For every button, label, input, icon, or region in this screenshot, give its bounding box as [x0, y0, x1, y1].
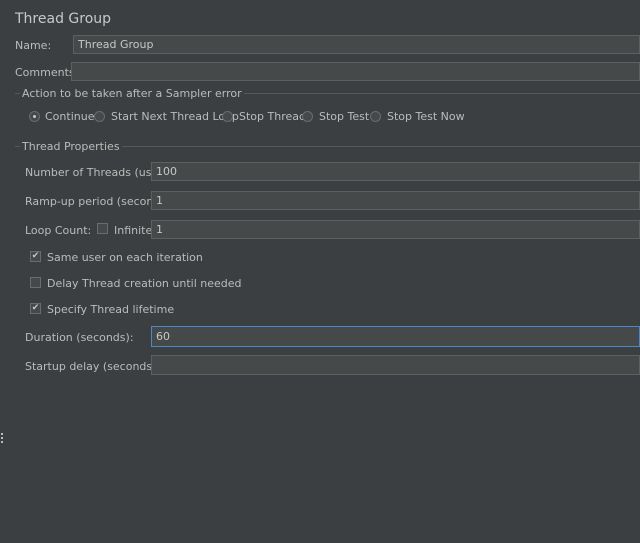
infinite-label[interactable]: Infinite	[114, 224, 152, 237]
name-label: Name:	[15, 39, 52, 52]
delay-thread-checkbox[interactable]	[30, 277, 41, 288]
num-threads-input[interactable]: 100	[151, 162, 640, 181]
radio-stop-thread[interactable]	[222, 111, 233, 122]
comments-input[interactable]	[71, 62, 640, 81]
same-user-label[interactable]: Same user on each iteration	[47, 251, 203, 264]
same-user-checkbox[interactable]: ✔	[30, 251, 41, 262]
radio-stop-thread-label[interactable]: Stop Thread	[239, 110, 306, 123]
radio-stop-test-now-label[interactable]: Stop Test Now	[387, 110, 465, 123]
radio-start-next-thread-loop-label[interactable]: Start Next Thread Loop	[111, 110, 239, 123]
thread-props-title: Thread Properties	[20, 140, 122, 153]
loop-count-input[interactable]: 1	[151, 220, 640, 239]
action-section-title: Action to be taken after a Sampler error	[20, 87, 244, 100]
radio-stop-test-now[interactable]	[370, 111, 381, 122]
radio-continue-label[interactable]: Continue	[45, 110, 94, 123]
radio-start-next-thread-loop[interactable]	[94, 111, 105, 122]
duration-label: Duration (seconds):	[25, 331, 134, 344]
name-input[interactable]: Thread Group	[73, 35, 640, 54]
startup-delay-input[interactable]	[151, 355, 640, 375]
loop-count-label: Loop Count:	[25, 224, 92, 237]
infinite-checkbox[interactable]	[97, 223, 108, 234]
panel-title: Thread Group	[15, 11, 112, 27]
radio-stop-test[interactable]	[302, 111, 313, 122]
specify-lifetime-label[interactable]: Specify Thread lifetime	[47, 303, 174, 316]
splitter-handle[interactable]	[1, 433, 5, 443]
delay-thread-label[interactable]: Delay Thread creation until needed	[47, 277, 242, 290]
radio-continue[interactable]	[29, 111, 40, 122]
radio-stop-test-label[interactable]: Stop Test	[319, 110, 369, 123]
startup-delay-label: Startup delay (seconds):	[25, 360, 161, 373]
comments-label: Comments:	[15, 66, 79, 79]
specify-lifetime-checkbox[interactable]: ✔	[30, 303, 41, 314]
duration-input[interactable]: 60	[151, 326, 640, 347]
rampup-input[interactable]: 1	[151, 191, 640, 210]
